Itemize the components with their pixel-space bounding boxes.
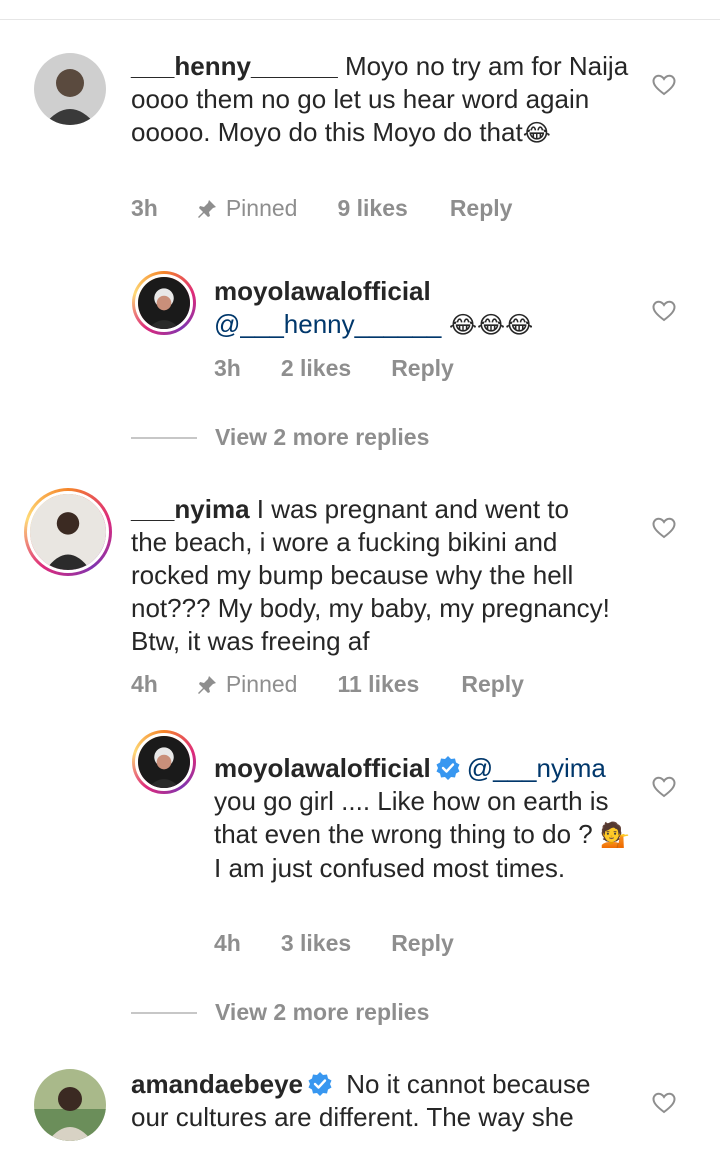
avatar[interactable]: [24, 488, 112, 576]
comment-text: ___nyima I was pregnant and went to the …: [131, 493, 611, 658]
person-tipping-hand-emoji-icon: 💁: [599, 821, 630, 849]
like-heart-icon[interactable]: [652, 1092, 676, 1114]
view-more-label[interactable]: View 2 more replies: [215, 999, 429, 1026]
avatar-photo: [34, 53, 106, 125]
avatar[interactable]: [132, 271, 196, 335]
likes-count[interactable]: 11 likes: [337, 671, 419, 698]
view-more-replies[interactable]: View 2 more replies: [131, 999, 429, 1026]
reply-time: 4h: [214, 930, 241, 956]
pinned-label: Pinned: [196, 195, 297, 222]
reply-button[interactable]: Reply: [461, 671, 524, 698]
comment-text: ___henny______ Moyo no try am for Naija …: [131, 50, 631, 150]
top-divider: [0, 19, 720, 20]
divider-line: [131, 1011, 197, 1014]
mention-link[interactable]: @___nyima: [467, 753, 606, 783]
mention-link[interactable]: @___henny______: [214, 309, 441, 339]
comment-text: amandaebeye No it cannot because our cul…: [131, 1068, 631, 1134]
like-heart-icon[interactable]: [652, 300, 676, 322]
comment-username[interactable]: amandaebeye: [131, 1069, 303, 1099]
like-heart-icon[interactable]: [652, 517, 676, 539]
reply-button[interactable]: Reply: [450, 195, 513, 222]
avatar-photo: [138, 277, 190, 329]
verified-badge-icon: [436, 756, 460, 780]
verified-badge-icon: [308, 1072, 332, 1096]
comment-username[interactable]: ___nyima: [131, 494, 250, 524]
comment-meta: 4h Pinned 11 likes Reply: [131, 671, 524, 698]
reply-body-end: I am just confused most times.: [214, 853, 566, 883]
reply-time: 3h: [214, 355, 241, 381]
reply-button[interactable]: Reply: [391, 930, 454, 957]
likes-count[interactable]: 9 likes: [337, 195, 407, 222]
likes-count[interactable]: 2 likes: [281, 355, 351, 382]
avatar-photo: [34, 1069, 106, 1141]
pin-icon: [197, 675, 216, 694]
reply-username[interactable]: moyolawalofficial: [214, 276, 431, 306]
avatar-photo: [138, 736, 190, 788]
laughing-emoji-icon: 😂😂😂: [441, 311, 534, 339]
avatar-photo: [30, 494, 106, 570]
comment-meta: 3h Pinned 9 likes Reply: [131, 195, 512, 222]
view-more-label[interactable]: View 2 more replies: [215, 424, 429, 451]
reply-button[interactable]: Reply: [391, 355, 454, 382]
likes-count[interactable]: 3 likes: [281, 930, 351, 957]
view-more-replies[interactable]: View 2 more replies: [131, 424, 429, 451]
avatar[interactable]: [34, 53, 106, 125]
pin-icon: [197, 199, 216, 218]
comment-time: 4h: [131, 671, 158, 697]
avatar[interactable]: [34, 1069, 106, 1141]
divider-line: [131, 436, 197, 439]
reply-body: you go girl .... Like how on earth is th…: [214, 786, 609, 849]
reply-meta: 4h 3 likes Reply: [214, 930, 454, 957]
reply-text: moyolawalofficial @___henny______ 😂😂😂: [214, 275, 634, 342]
like-heart-icon[interactable]: [652, 776, 676, 798]
like-heart-icon[interactable]: [652, 74, 676, 96]
comment-time: 3h: [131, 195, 158, 221]
pinned-label: Pinned: [196, 671, 297, 698]
reply-username[interactable]: moyolawalofficial: [214, 753, 431, 783]
laughing-emoji-icon: 😂: [522, 119, 551, 147]
comment-username[interactable]: ___henny______: [131, 51, 338, 81]
reply-text: moyolawalofficial @___nyima you go girl ..…: [214, 752, 634, 885]
reply-meta: 3h 2 likes Reply: [214, 355, 454, 382]
avatar[interactable]: [132, 730, 196, 794]
